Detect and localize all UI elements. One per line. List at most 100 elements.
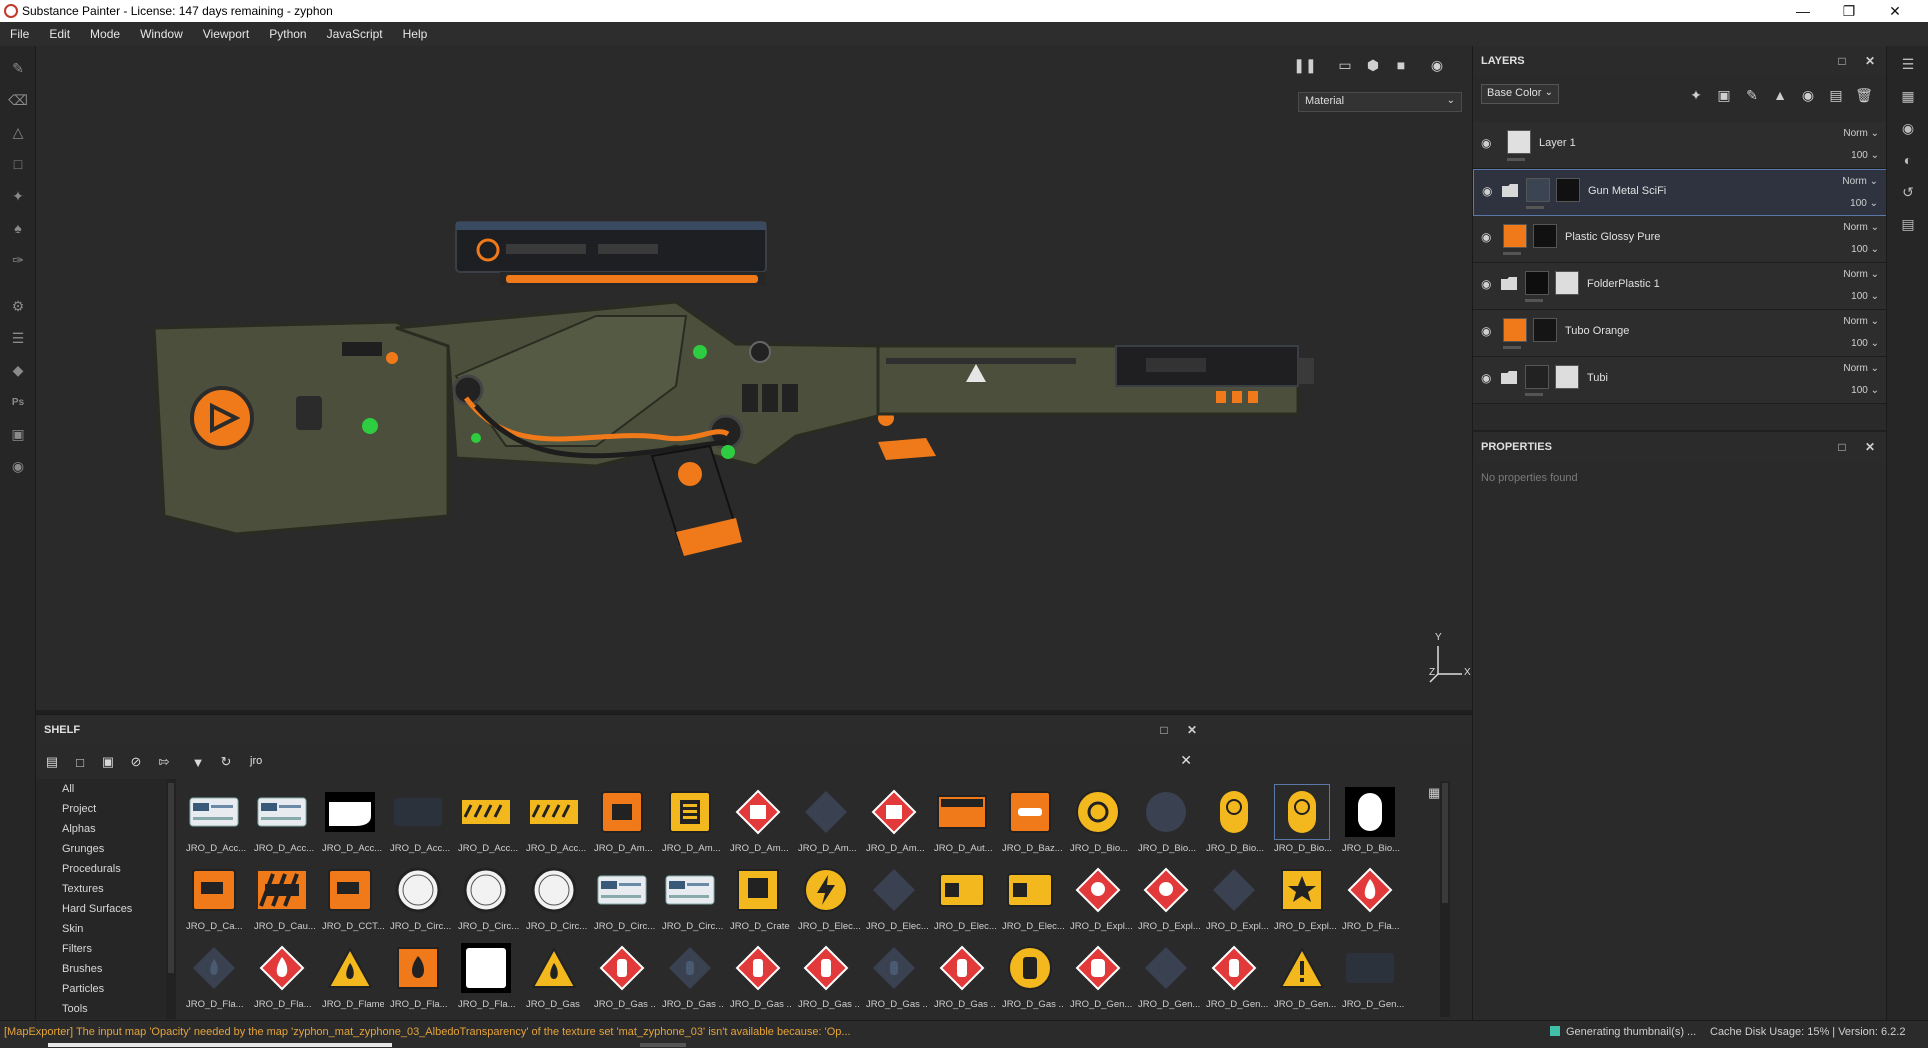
shelf-resource-tile[interactable]: JRO_D_Expl... (1206, 863, 1268, 939)
layer-name[interactable]: Tubo Orange (1565, 325, 1629, 337)
menu-python[interactable]: Python (259, 27, 316, 41)
layer-mask-thumbnail[interactable] (1533, 224, 1557, 248)
grid-view-icon[interactable]: ▦ (1428, 785, 1440, 801)
shelf-resource-tile[interactable]: JRO_D_Bio... (1206, 785, 1264, 861)
clone-stamp-icon[interactable]: ♠ (0, 212, 36, 244)
layer-name[interactable]: FolderPlastic 1 (1587, 278, 1660, 290)
shelf-resource-tile[interactable]: JRO_D_Acc... (254, 785, 314, 861)
save-icon[interactable]: ▣ (96, 751, 120, 773)
layer-name[interactable]: Layer 1 (1539, 137, 1576, 149)
new-item-icon[interactable]: □ (68, 751, 92, 773)
shelf-resource-tile[interactable]: JRO_D_Ca... (186, 863, 243, 939)
visibility-eye-icon[interactable]: ◉ (1482, 184, 1500, 198)
opacity-value[interactable]: 100 ⌄ (1850, 198, 1878, 209)
shelf-resource-tile[interactable]: JRO_D_Aut... (934, 785, 993, 861)
folder-icon[interactable] (1501, 277, 1517, 290)
add-paint-layer-icon[interactable]: ✎ (1741, 84, 1763, 106)
shelf-resource-tile[interactable]: JRO_D_Flame (322, 941, 384, 1017)
shelf-resource-tile[interactable]: JRO_D_Fla... (254, 941, 312, 1017)
shelf-resource-tile[interactable]: JRO_D_Bio... (1274, 784, 1332, 861)
shelf-resource-tile[interactable]: JRO_D_Circ... (458, 863, 519, 939)
undock-icon[interactable]: □ (1156, 722, 1172, 738)
blend-mode-select[interactable]: Norm ⌄ (1842, 176, 1878, 187)
blend-mode-select[interactable]: Norm ⌄ (1843, 363, 1879, 374)
shelf-category-item[interactable]: Tools (36, 999, 166, 1019)
shelf-category-item[interactable]: Project (36, 799, 166, 819)
shelf-resource-tile[interactable]: JRO_D_Fla... (186, 941, 244, 1017)
smudge-icon[interactable]: ✦ (0, 180, 36, 212)
add-effect-icon[interactable]: ✦ (1685, 84, 1707, 106)
shelf-resource-tile[interactable]: JRO_D_Circ... (662, 863, 723, 939)
layer-thumbnail[interactable] (1507, 130, 1531, 154)
bake-icon[interactable]: ☰ (0, 322, 36, 354)
shelf-resource-tile[interactable]: JRO_D_Bio... (1138, 785, 1196, 861)
shelf-resource-tile[interactable]: JRO_D_Gas (526, 941, 582, 1017)
shelf-resource-tile[interactable]: JRO_D_Expl... (1070, 863, 1132, 939)
shelf-resource-tile[interactable]: JRO_D_Acc... (458, 785, 518, 861)
opacity-value[interactable]: 100 ⌄ (1851, 385, 1879, 396)
projection-icon[interactable]: △ (0, 116, 36, 148)
close-panel-icon[interactable]: ✕ (1184, 722, 1200, 738)
shelf-category-item[interactable]: All (36, 779, 166, 799)
layer-row[interactable]: ◉ Tubo Orange Norm ⌄ 100 ⌄ (1473, 310, 1887, 357)
shelf-resource-tile[interactable]: JRO_D_Fla... (458, 941, 516, 1017)
shader-settings-icon[interactable]: ◐ (1887, 144, 1928, 176)
shader-icon[interactable]: ◆ (0, 354, 36, 386)
layer-thumbnail[interactable] (1503, 318, 1527, 342)
shelf-resource-tile[interactable]: JRO_D_Circ... (526, 863, 587, 939)
shelf-resource-tile[interactable]: JRO_D_Bio... (1342, 785, 1400, 861)
layer-row[interactable]: ◉ Layer 1 Norm ⌄ 100 ⌄ (1473, 122, 1887, 169)
menu-javascript[interactable]: JavaScript (317, 27, 393, 41)
layer-thumbnail[interactable] (1525, 365, 1549, 389)
folder-icon[interactable] (1502, 184, 1518, 197)
history-icon[interactable]: ↺ (1887, 176, 1928, 208)
add-fill-layer-icon[interactable]: ▲ (1769, 84, 1791, 106)
shelf-resource-tile[interactable]: JRO_D_Am... (662, 785, 721, 861)
shelf-resource-tile[interactable]: JRO_D_CCT... (322, 863, 384, 939)
shelf-resource-tile[interactable]: JRO_D_Gen... (1274, 941, 1336, 1017)
shelf-resource-tile[interactable]: JRO_D_Gen... (1070, 941, 1132, 1017)
visibility-eye-icon[interactable]: ◉ (1481, 371, 1499, 385)
visibility-eye-icon[interactable]: ◉ (1481, 324, 1499, 338)
delete-layer-icon[interactable]: 🗑 (1853, 84, 1875, 106)
layer-mask-thumbnail[interactable] (1533, 318, 1557, 342)
eraser-icon[interactable]: ⌫ (0, 84, 36, 116)
opacity-value[interactable]: 100 ⌄ (1851, 244, 1879, 255)
layer-mask-thumbnail[interactable] (1555, 271, 1579, 295)
color-picker-icon[interactable]: ✑ (0, 244, 36, 276)
undock-icon[interactable]: □ (1834, 439, 1850, 455)
visibility-eye-icon[interactable]: ◉ (1481, 136, 1499, 150)
menu-edit[interactable]: Edit (39, 27, 80, 41)
visibility-eye-icon[interactable]: ◉ (1481, 277, 1499, 291)
shelf-resource-tile[interactable]: JRO_D_Gas ... (1002, 941, 1064, 1017)
shelf-resource-tile[interactable]: JRO_D_Gas ... (934, 941, 996, 1017)
layer-thumbnail[interactable] (1503, 224, 1527, 248)
layer-name[interactable]: Gun Metal SciFi (1588, 185, 1666, 197)
shelf-resource-tile[interactable]: JRO_D_Fla... (390, 941, 448, 1017)
shelf-resource-tile[interactable]: JRO_D_Bio... (1070, 785, 1128, 861)
blend-mode-select[interactable]: Norm ⌄ (1843, 269, 1879, 280)
blend-mode-select[interactable]: Norm ⌄ (1843, 316, 1879, 327)
photoshop-icon[interactable]: Ps (0, 386, 36, 418)
menu-viewport[interactable]: Viewport (193, 27, 259, 41)
shelf-resource-tile[interactable]: JRO_D_Fla... (1342, 863, 1400, 939)
shelf-resource-tile[interactable]: JRO_D_Elec... (934, 863, 996, 939)
shelf-resource-tile[interactable]: JRO_D_Circ... (390, 863, 451, 939)
opacity-value[interactable]: 100 ⌄ (1851, 150, 1879, 161)
shelf-category-item[interactable]: Brushes (36, 959, 166, 979)
layer-name[interactable]: Plastic Glossy Pure (1565, 231, 1660, 243)
layer-row[interactable]: ◉ Plastic Glossy Pure Norm ⌄ 100 ⌄ (1473, 216, 1887, 263)
shelf-scrollbar[interactable] (1440, 781, 1450, 1017)
shelf-resource-tile[interactable]: JRO_D_Am... (730, 785, 789, 861)
layer-thumbnail[interactable] (1526, 178, 1550, 202)
shelf-resource-tile[interactable]: JRO_D_Acc... (186, 785, 246, 861)
export-icon[interactable]: ▣ (0, 418, 36, 450)
hide-icon[interactable]: ⊘ (124, 751, 148, 773)
shelf-category-item[interactable]: Grunges (36, 839, 166, 859)
add-folder-icon[interactable]: ▤ (1825, 84, 1847, 106)
shelf-resource-tile[interactable]: JRO_D_Acc... (390, 785, 450, 861)
shelf-category-item[interactable]: Textures (36, 879, 166, 899)
plugin-icon[interactable]: ◉ (0, 450, 36, 482)
layer-row[interactable]: ◉ Gun Metal SciFi Norm ⌄ 100 ⌄ (1473, 169, 1887, 216)
close-window-icon[interactable]: ✕ (1872, 0, 1918, 22)
